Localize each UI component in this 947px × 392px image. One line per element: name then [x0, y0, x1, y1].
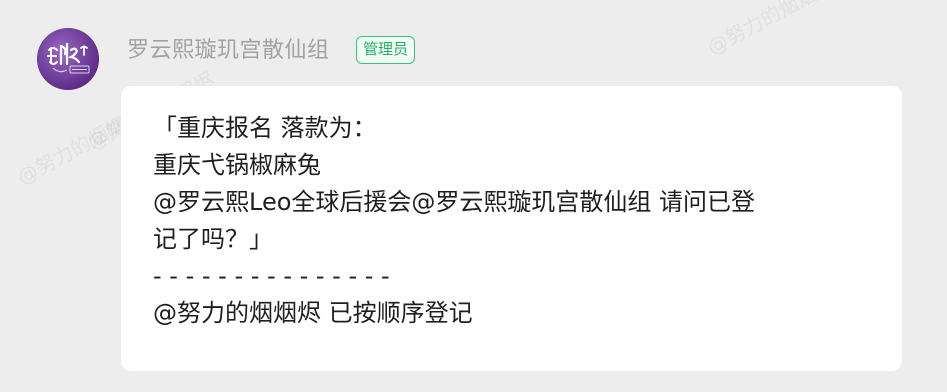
admin-badge: 管理员	[356, 36, 416, 64]
message-bubble[interactable]: 「重庆报名 落款为： 重庆弋锅椒麻兔 @罗云熙Leo全球后援会@罗云熙璇玑宫散仙…	[121, 86, 902, 371]
message-line: 记了吗？」	[153, 225, 273, 253]
avatar[interactable]	[37, 28, 99, 90]
divider-line: - - - - - - - - - - - - - - -	[153, 262, 390, 290]
message-line: 「重庆报名 落款为：	[153, 114, 377, 142]
watermark-text: @努力的烟烟烬	[703, 0, 839, 60]
sender-name[interactable]: 罗云熙璇玑宫散仙组	[127, 36, 330, 66]
message-line: @罗云熙Leo全球后援会@罗云熙璇玑宫散仙组 请问已登	[153, 188, 756, 216]
message-line: 重庆弋锅椒麻兔	[153, 151, 321, 179]
avatar-logo-icon	[37, 28, 99, 90]
message-line: @努力的烟烟烬 已按顺序登记	[153, 299, 473, 327]
